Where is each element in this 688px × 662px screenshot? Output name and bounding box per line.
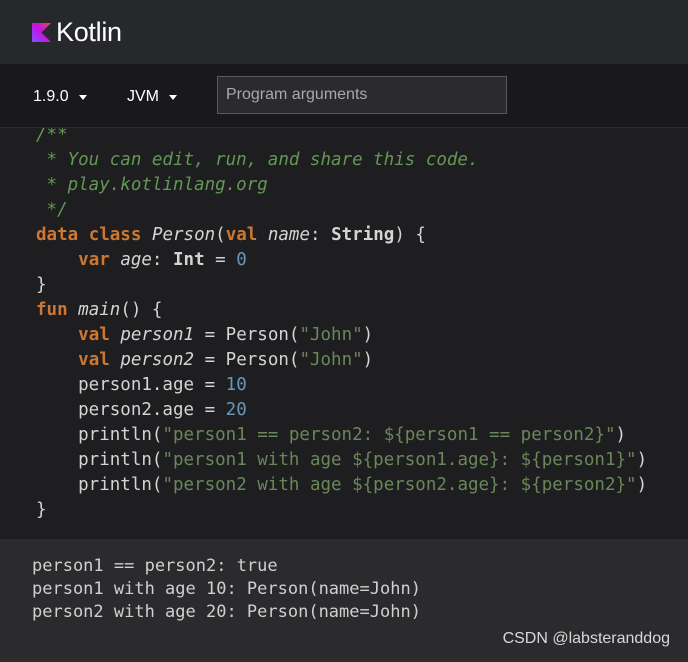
target-dropdown[interactable]: JVM [127, 86, 177, 108]
version-label: 1.9.0 [33, 88, 69, 105]
watermark: CSDN @labsteranddog [502, 630, 670, 647]
code-line[interactable]: println("person2 with age ${person2.age}… [36, 473, 647, 498]
header: Kotlin [0, 0, 688, 64]
code-line[interactable]: */ [36, 198, 68, 223]
chevron-down-icon [78, 94, 87, 100]
code-line[interactable]: data class Person(val name: String) { [36, 223, 426, 248]
code-line[interactable]: * play.kotlinlang.org [36, 173, 268, 198]
code-line[interactable]: fun main() { [36, 298, 162, 323]
version-dropdown[interactable]: 1.9.0 [33, 86, 87, 108]
code-line[interactable]: } [36, 498, 47, 523]
code-line[interactable]: println("person1 == person2: ${person1 =… [36, 423, 626, 448]
kotlin-logo-icon [32, 22, 51, 42]
code-line[interactable]: /** [36, 128, 68, 148]
program-arguments-input[interactable] [217, 76, 507, 114]
code-line[interactable]: * You can edit, run, and share this code… [36, 148, 479, 173]
output-line: person1 with age 10: Person(name=John) [32, 579, 421, 599]
target-label: JVM [127, 88, 159, 105]
code-line[interactable]: println("person1 with age ${person1.age}… [36, 448, 647, 473]
code-line[interactable]: val person2 = Person("John") [36, 348, 373, 373]
code-line[interactable]: person1.age = 10 [36, 373, 247, 398]
chevron-down-icon [169, 94, 177, 100]
code-line[interactable]: val person1 = Person("John") [36, 323, 373, 348]
kotlin-logo[interactable]: Kotlin [32, 17, 122, 48]
output-line: person2 with age 20: Person(name=John) [32, 602, 421, 622]
code-line[interactable]: person2.age = 20 [36, 398, 247, 423]
code-line[interactable]: var age: Int = 0 [36, 248, 247, 273]
code-editor[interactable]: /** * You can edit, run, and share this … [0, 128, 688, 538]
logo-text: Kotlin [56, 16, 122, 47]
output-line: person1 == person2: true [32, 556, 278, 576]
code-line[interactable]: } [36, 273, 47, 298]
